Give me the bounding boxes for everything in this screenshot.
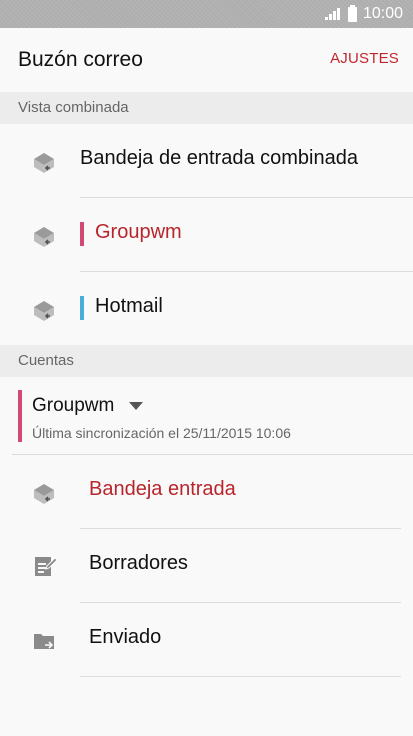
status-indicators: 10:00 bbox=[324, 4, 403, 24]
section-header-combined-view: Vista combinada bbox=[0, 92, 413, 124]
combined-inbox-item[interactable]: Bandeja de entrada combinada bbox=[0, 124, 413, 197]
account-color-bar bbox=[80, 222, 84, 246]
clock: 10:00 bbox=[362, 5, 403, 22]
hotmail-combined-item[interactable]: Hotmail bbox=[0, 272, 413, 345]
settings-button[interactable]: AJUSTES bbox=[330, 50, 399, 67]
section-title: Cuentas bbox=[18, 352, 74, 369]
account-selector[interactable]: Groupwm Última sincronización el 25/11/2… bbox=[0, 377, 413, 451]
sent-folder-icon bbox=[34, 634, 54, 649]
drafts-icon bbox=[35, 557, 58, 576]
hotmail-combined-label: Hotmail bbox=[95, 295, 163, 317]
folder-sent-label: Enviado bbox=[89, 626, 162, 648]
groupwm-combined-item[interactable]: Groupwm bbox=[0, 198, 413, 271]
folder-inbox-label: Bandeja entrada bbox=[89, 478, 236, 500]
inbox-icon bbox=[34, 484, 54, 504]
battery-icon bbox=[347, 4, 357, 22]
inbox-icon bbox=[34, 227, 54, 247]
section-header-accounts: Cuentas bbox=[0, 345, 413, 377]
signal-icon bbox=[324, 8, 340, 20]
inbox-icon bbox=[34, 153, 54, 173]
status-bar: 10:00 bbox=[0, 0, 413, 28]
folder-drafts-label: Borradores bbox=[89, 552, 188, 574]
folder-drafts-item[interactable]: Borradores bbox=[0, 529, 413, 602]
folder-sent-item[interactable]: Enviado bbox=[0, 603, 413, 676]
account-color-bar bbox=[18, 390, 22, 442]
caret-down-icon[interactable] bbox=[129, 402, 143, 410]
inbox-icon bbox=[34, 301, 54, 321]
combined-inbox-label: Bandeja de entrada combinada bbox=[80, 147, 358, 169]
folder-inbox-item[interactable]: Bandeja entrada bbox=[0, 455, 413, 528]
page-title: Buzón correo bbox=[18, 48, 143, 71]
groupwm-combined-label: Groupwm bbox=[95, 221, 182, 243]
section-title: Vista combinada bbox=[18, 99, 129, 116]
account-color-bar bbox=[80, 296, 84, 320]
divider bbox=[80, 676, 401, 677]
sync-status: Última sincronización el 25/11/2015 10:0… bbox=[32, 425, 291, 441]
account-name: Groupwm bbox=[32, 395, 115, 416]
app-bar: Buzón correo AJUSTES bbox=[0, 28, 413, 92]
